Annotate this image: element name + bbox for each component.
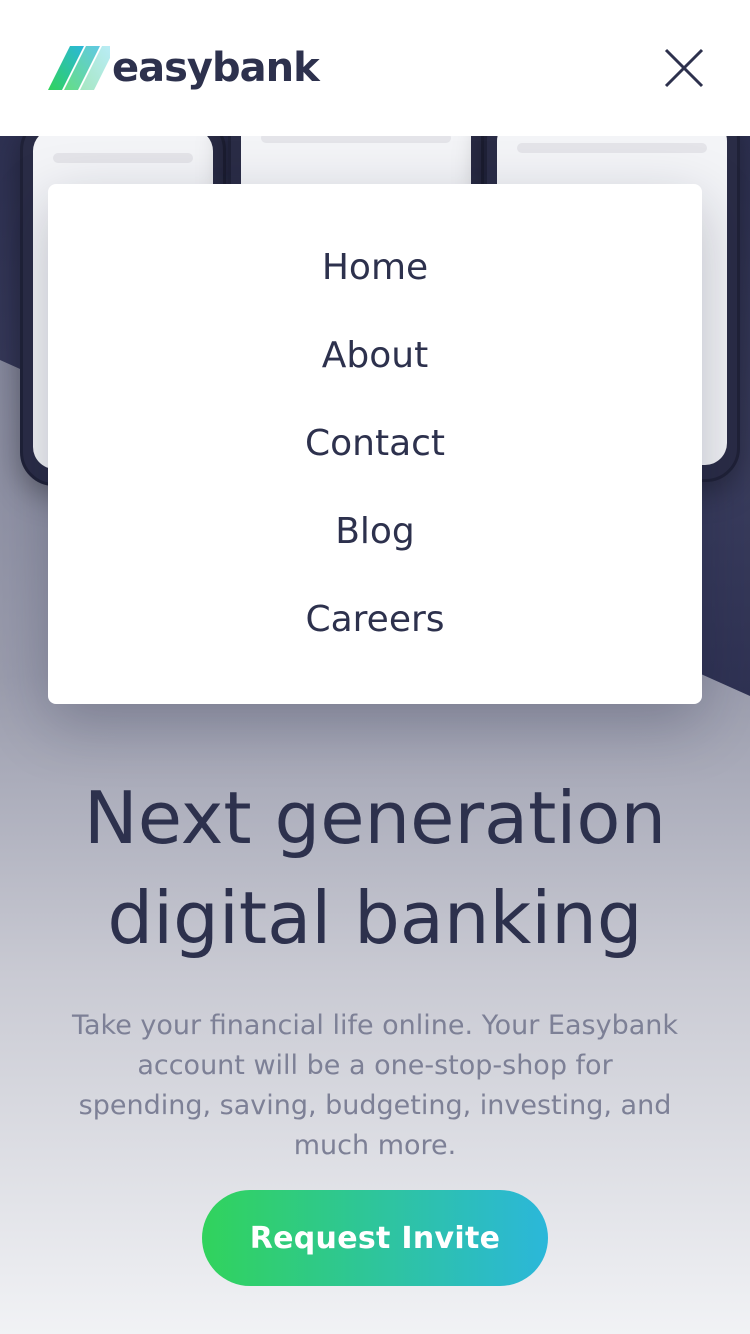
menu-item-home[interactable]: Home (48, 246, 702, 290)
hero-headline: Next generation digital banking (0, 768, 750, 968)
menu-item-blog[interactable]: Blog (48, 510, 702, 554)
request-invite-button[interactable]: Request Invite (202, 1190, 548, 1286)
close-icon (664, 48, 704, 88)
menu-item-about[interactable]: About (48, 334, 702, 378)
menu-item-contact[interactable]: Contact (48, 422, 702, 466)
menu-item-careers[interactable]: Careers (48, 598, 702, 642)
mobile-nav-menu: Home About Contact Blog Careers (48, 184, 702, 704)
site-header: easybank (0, 0, 750, 136)
headline-line-2: digital banking (107, 876, 643, 960)
close-menu-button[interactable] (662, 46, 706, 90)
logo-text: easybank (112, 45, 320, 91)
hero-description: Take your financial life online. Your Ea… (71, 1010, 678, 1161)
logo[interactable]: easybank (48, 44, 320, 92)
headline-line-1: Next generation (83, 776, 667, 860)
logo-mark-icon (48, 46, 110, 90)
